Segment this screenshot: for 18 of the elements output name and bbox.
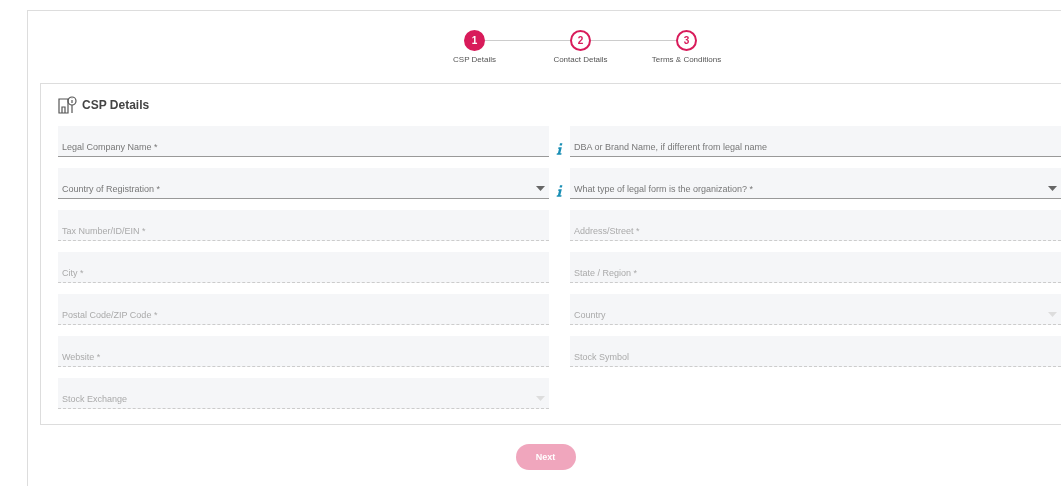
- info-icon[interactable]: [556, 143, 563, 155]
- caret-icon: [1048, 186, 1057, 191]
- caret-icon: [536, 396, 545, 401]
- step-number[interactable]: 3: [676, 30, 697, 51]
- caret-icon: [536, 186, 545, 191]
- dropdown-field[interactable]: Country of Registration *: [58, 168, 549, 199]
- step-number[interactable]: 2: [570, 30, 591, 51]
- step-label: CSP Details: [453, 55, 496, 64]
- step-number[interactable]: 1: [464, 30, 485, 51]
- info-icon[interactable]: [556, 185, 563, 197]
- dropdown-field[interactable]: What type of legal form is the organization? *: [570, 168, 1061, 199]
- input-field[interactable]: Legal Company Name *: [58, 126, 549, 157]
- step-label: Contact Details: [553, 55, 608, 64]
- input-field[interactable]: DBA or Brand Name, if different from legal name: [570, 126, 1061, 157]
- step-label: Terms & Conditions: [651, 55, 722, 64]
- caret-icon: [1048, 312, 1057, 317]
- section-title: CSP Details: [82, 98, 150, 112]
- building-info-icon: [58, 96, 78, 114]
